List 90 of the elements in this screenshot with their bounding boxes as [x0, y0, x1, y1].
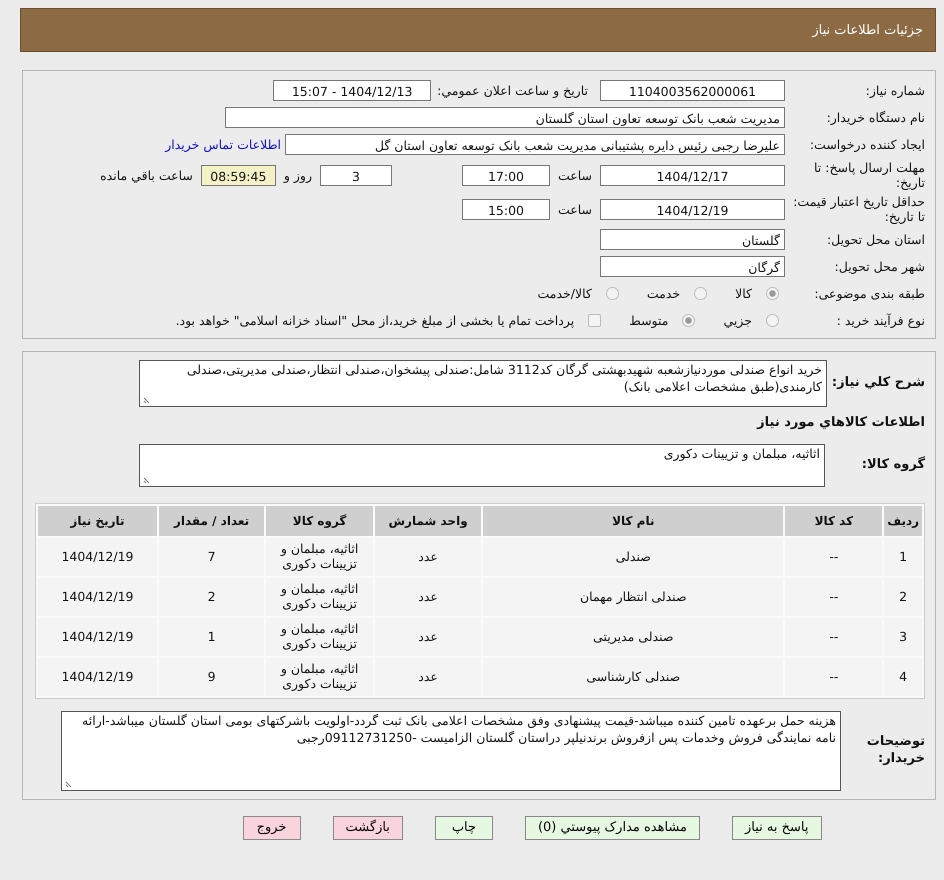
- table-cell: عدد: [375, 578, 482, 616]
- radio-label: جزيي: [722, 313, 753, 328]
- field-label: تاریخ و ساعت اعلان عمومي:: [436, 83, 589, 98]
- checkbox-label: پرداخت تمام یا بخشی از مبلغ خرید،از محل "اسناد خزانه اسلامی" خواهد بود.: [174, 313, 576, 328]
- announce-date-field[interactable]: 1404/12/13 - 15:07: [273, 80, 432, 101]
- radio-label: کالا: [734, 286, 753, 301]
- table-cell: صندلی کارشناسی: [483, 658, 784, 696]
- table-cell: 1: [158, 618, 264, 656]
- table-cell: 3: [884, 618, 922, 656]
- page-title: جزئیات اطلاعات نیاز: [812, 22, 923, 38]
- action-button[interactable]: خروج: [242, 816, 301, 840]
- column-header: نام کالا: [483, 506, 784, 536]
- remaining-time-field[interactable]: 08:59:45: [200, 164, 276, 186]
- validity-time-field[interactable]: 15:00: [462, 198, 550, 220]
- section-heading: اطلاعات کالاهاي مورد نیاز: [756, 414, 926, 430]
- deadline-time-field[interactable]: 17:00: [462, 164, 550, 186]
- radio-button[interactable]: [766, 314, 779, 327]
- table-cell: اثاثیه، مبلمان و تزیینات دکوری: [266, 658, 374, 696]
- table-cell: اثاثیه، مبلمان و تزیینات دکوری: [266, 538, 374, 576]
- table-cell: 1404/12/19: [38, 618, 157, 656]
- days-field[interactable]: 3: [320, 164, 392, 186]
- deadline-date-field[interactable]: 1404/12/17: [600, 164, 785, 186]
- field-label: نوع فرآیند خرید :: [836, 313, 926, 328]
- table-cell: --: [785, 578, 882, 616]
- table-cell: --: [785, 658, 882, 696]
- table-cell: 2: [158, 578, 264, 616]
- resize-grip-icon[interactable]: [143, 476, 151, 484]
- column-header: گروه کالا: [266, 506, 374, 536]
- action-button[interactable]: بازگشت: [332, 816, 403, 840]
- field-label: طبقه بندی موضوعی:: [813, 286, 926, 301]
- column-header: ردیف: [884, 506, 922, 536]
- table-cell: --: [785, 538, 882, 576]
- radio-button[interactable]: [766, 287, 779, 300]
- table-cell: صندلی: [483, 538, 784, 576]
- buyer-contact-link[interactable]: اطلاعات تماس خریدار: [165, 137, 285, 152]
- buyer-org-field[interactable]: مدیریت شعب بانک توسعه تعاون استان گلستان: [225, 107, 785, 128]
- table-cell: 2: [884, 578, 922, 616]
- table-cell: عدد: [375, 538, 482, 576]
- field-label: ایجاد کننده درخواست:: [808, 137, 926, 152]
- goods-group-text-area[interactable]: اثاثیه، مبلمان و تزیینات دکوری: [139, 444, 825, 487]
- days-label: روز و: [282, 168, 313, 182]
- table-cell: --: [785, 618, 882, 656]
- radio-label: متوسط: [628, 313, 670, 328]
- radio-button[interactable]: [682, 314, 696, 327]
- field-label: نام دستگاه خریدار:: [826, 110, 926, 125]
- radio-label: کالا/خدمت: [536, 286, 593, 301]
- field-label: استان محل تحویل:: [826, 232, 926, 247]
- table-cell: 1404/12/19: [38, 578, 157, 616]
- action-button[interactable]: چاپ: [434, 816, 493, 840]
- table-cell: عدد: [375, 658, 482, 696]
- time-label: ساعت: [556, 202, 593, 216]
- city-field[interactable]: گرگان: [600, 256, 785, 277]
- column-header: تاریخ نیاز: [38, 506, 157, 536]
- table-cell: اثاثیه، مبلمان و تزیینات دکوری: [266, 618, 374, 656]
- column-header: کد کالا: [785, 506, 882, 536]
- requester-field[interactable]: علیرضا رجبی رئیس دایره پشتیبانی مدیریت شعب بانک توسعه تعاون استان گل: [285, 134, 785, 155]
- column-header: تعداد / مقدار: [158, 506, 264, 536]
- field-label: توضیحات خریدار:: [866, 734, 926, 768]
- table-cell: صندلی انتظار مهمان: [483, 578, 784, 616]
- remaining-label: ساعت باقي مانده: [99, 168, 194, 182]
- field-label: حداقل تاریخ اعتبار قیمت: تا تاریخ:: [792, 194, 926, 224]
- field-label: شماره نیاز:: [864, 83, 926, 98]
- table-cell: اثاثیه، مبلمان و تزیینات دکوری: [266, 578, 374, 616]
- table-cell: 7: [158, 538, 264, 576]
- column-header: واحد شمارش: [375, 506, 482, 536]
- description-text-area[interactable]: خرید انواع صندلی موردنیازشعبه شهیدبهشتی گرگان کد3112 شامل:صندلی پیشخوان،صندلی انتظار،صندلی مدیریتی،صندلی کارمندی(طبق مشخصات اعلامی بانک): [139, 360, 827, 407]
- action-button[interactable]: پاسخ به نیاز: [732, 816, 822, 840]
- table-cell: عدد: [375, 618, 482, 656]
- time-label: ساعت: [556, 168, 593, 182]
- province-field[interactable]: گلستان: [600, 229, 785, 250]
- need-number-field[interactable]: 1104003562000061: [600, 80, 785, 101]
- field-label: گروه کالا:: [860, 456, 926, 474]
- table-cell: 1: [884, 538, 922, 576]
- table-cell: 1404/12/19: [38, 538, 157, 576]
- radio-button[interactable]: [606, 287, 619, 300]
- table-cell: 4: [884, 658, 922, 696]
- radio-button[interactable]: [694, 287, 708, 300]
- resize-grip-icon[interactable]: [65, 780, 73, 788]
- radio-label: خدمت: [646, 286, 682, 301]
- field-label: مهلت ارسال پاسخ: تا تاریخ:: [813, 160, 926, 190]
- field-label: شرح کلي نیاز:: [830, 374, 926, 392]
- validity-date-field[interactable]: 1404/12/19: [600, 198, 785, 220]
- field-label: شهر محل تحویل:: [834, 259, 926, 274]
- table-cell: 1404/12/19: [38, 658, 157, 696]
- table-cell: صندلی مدیریتی: [483, 618, 784, 656]
- buyer-notes-text-area[interactable]: هزینه حمل برعهده تامین کننده میباشد-قیمت پیشنهادی وفق مشخصات اعلامی بانک ثبت گردد-اولویت باشرکتهای بومی استان گلستان میباشد-ارائه نامه نمایندگی فروش وخدمات پس ازفروش برندنیلپر دراستان گلستان الزامیست -09112731250رجبی: [61, 710, 841, 791]
- action-button[interactable]: مشاهده مدارک پیوستي (0): [524, 816, 700, 840]
- resize-grip-icon[interactable]: [143, 396, 151, 404]
- checkbox[interactable]: [588, 314, 602, 327]
- table-cell: 9: [158, 658, 264, 696]
